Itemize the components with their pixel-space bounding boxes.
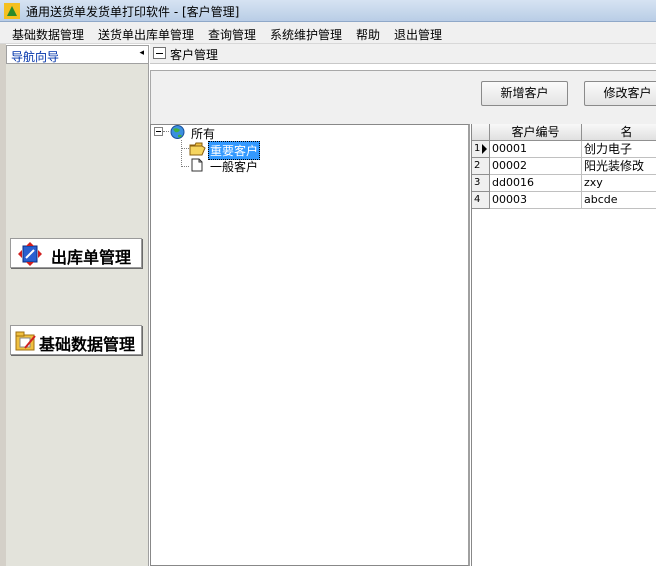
tree-connector xyxy=(181,148,189,149)
row-number: 4 xyxy=(474,194,481,205)
table-cell[interactable]: zxy xyxy=(582,175,656,192)
table-cell[interactable]: 阳光装修改 xyxy=(582,158,656,175)
content-header: 客户管理 xyxy=(150,44,656,64)
row-header[interactable]: 1 xyxy=(472,141,490,158)
menu-query[interactable]: 查询管理 xyxy=(208,26,256,43)
row-number: 1 xyxy=(474,143,481,154)
row-header[interactable]: 3 xyxy=(472,175,490,192)
edit-customer-button[interactable]: 修改客户 xyxy=(584,81,656,106)
menu-system-maintenance[interactable]: 系统维护管理 xyxy=(270,26,342,43)
customer-grid[interactable]: 客户编号 名 1 00001 创力电子 2 00002 阳光装修改 3 dd00… xyxy=(471,124,656,566)
open-folder-icon xyxy=(189,142,206,156)
row-number: 3 xyxy=(474,177,481,188)
tree-connector xyxy=(181,166,189,167)
title-bar: 通用送货单发货单打印软件 - [客户管理] xyxy=(0,0,656,22)
window-title: 通用送货单发货单打印软件 - [客户管理] xyxy=(26,5,240,19)
content-title: 客户管理 xyxy=(170,48,219,62)
current-row-icon xyxy=(482,144,487,154)
nav-panel: 出库单管理 基础数据管理 xyxy=(6,64,149,566)
column-header-code[interactable]: 客户编号 xyxy=(490,124,582,141)
tree-collapse-icon[interactable] xyxy=(154,127,163,136)
table-cell[interactable]: dd0016 xyxy=(490,175,582,192)
tree-node-general[interactable]: 一般客户 xyxy=(210,158,258,175)
customer-category-tree[interactable] xyxy=(150,124,470,566)
menu-help[interactable]: 帮助 xyxy=(356,26,380,43)
grid-corner xyxy=(472,124,490,141)
row-number: 2 xyxy=(474,160,481,171)
column-header-name[interactable]: 名 xyxy=(582,124,656,141)
add-customer-button[interactable]: 新增客户 xyxy=(481,81,568,106)
tree-node-all[interactable]: 所有 xyxy=(191,125,215,142)
menu-bar: 基础数据管理 送货单出库单管理 查询管理 系统维护管理 帮助 退出管理 xyxy=(0,22,656,44)
menu-exit[interactable]: 退出管理 xyxy=(394,26,442,43)
nav-button-basic-data-label: 基础数据管理 xyxy=(39,335,136,354)
nav-title: 导航向导 xyxy=(11,50,60,64)
document-icon xyxy=(191,158,203,172)
table-cell[interactable]: abcde xyxy=(582,192,656,209)
menu-basic-data[interactable]: 基础数据管理 xyxy=(12,26,84,43)
outbound-icon xyxy=(18,242,42,266)
toolbar: 新增客户 修改客户 xyxy=(150,70,656,124)
nav-button-basic-data[interactable]: 基础数据管理 xyxy=(10,325,142,355)
table-cell[interactable]: 创力电子 xyxy=(582,141,656,158)
globe-icon xyxy=(170,125,185,139)
nav-button-outbound-label: 出库单管理 xyxy=(51,248,132,267)
folder-edit-icon xyxy=(15,331,36,351)
row-header[interactable]: 4 xyxy=(472,192,490,209)
nav-header: 导航向导 ◂ xyxy=(6,45,149,64)
menu-delivery-orders[interactable]: 送货单出库单管理 xyxy=(98,26,194,43)
minimize-icon[interactable] xyxy=(153,47,166,59)
tree-connector xyxy=(181,140,182,167)
app-icon xyxy=(4,3,20,19)
row-header[interactable]: 2 xyxy=(472,158,490,175)
table-cell[interactable]: 00002 xyxy=(490,158,582,175)
table-cell[interactable]: 00003 xyxy=(490,192,582,209)
table-cell[interactable]: 00001 xyxy=(490,141,582,158)
nav-collapse-icon[interactable]: ◂ xyxy=(139,48,144,58)
nav-button-outbound[interactable]: 出库单管理 xyxy=(10,238,142,268)
